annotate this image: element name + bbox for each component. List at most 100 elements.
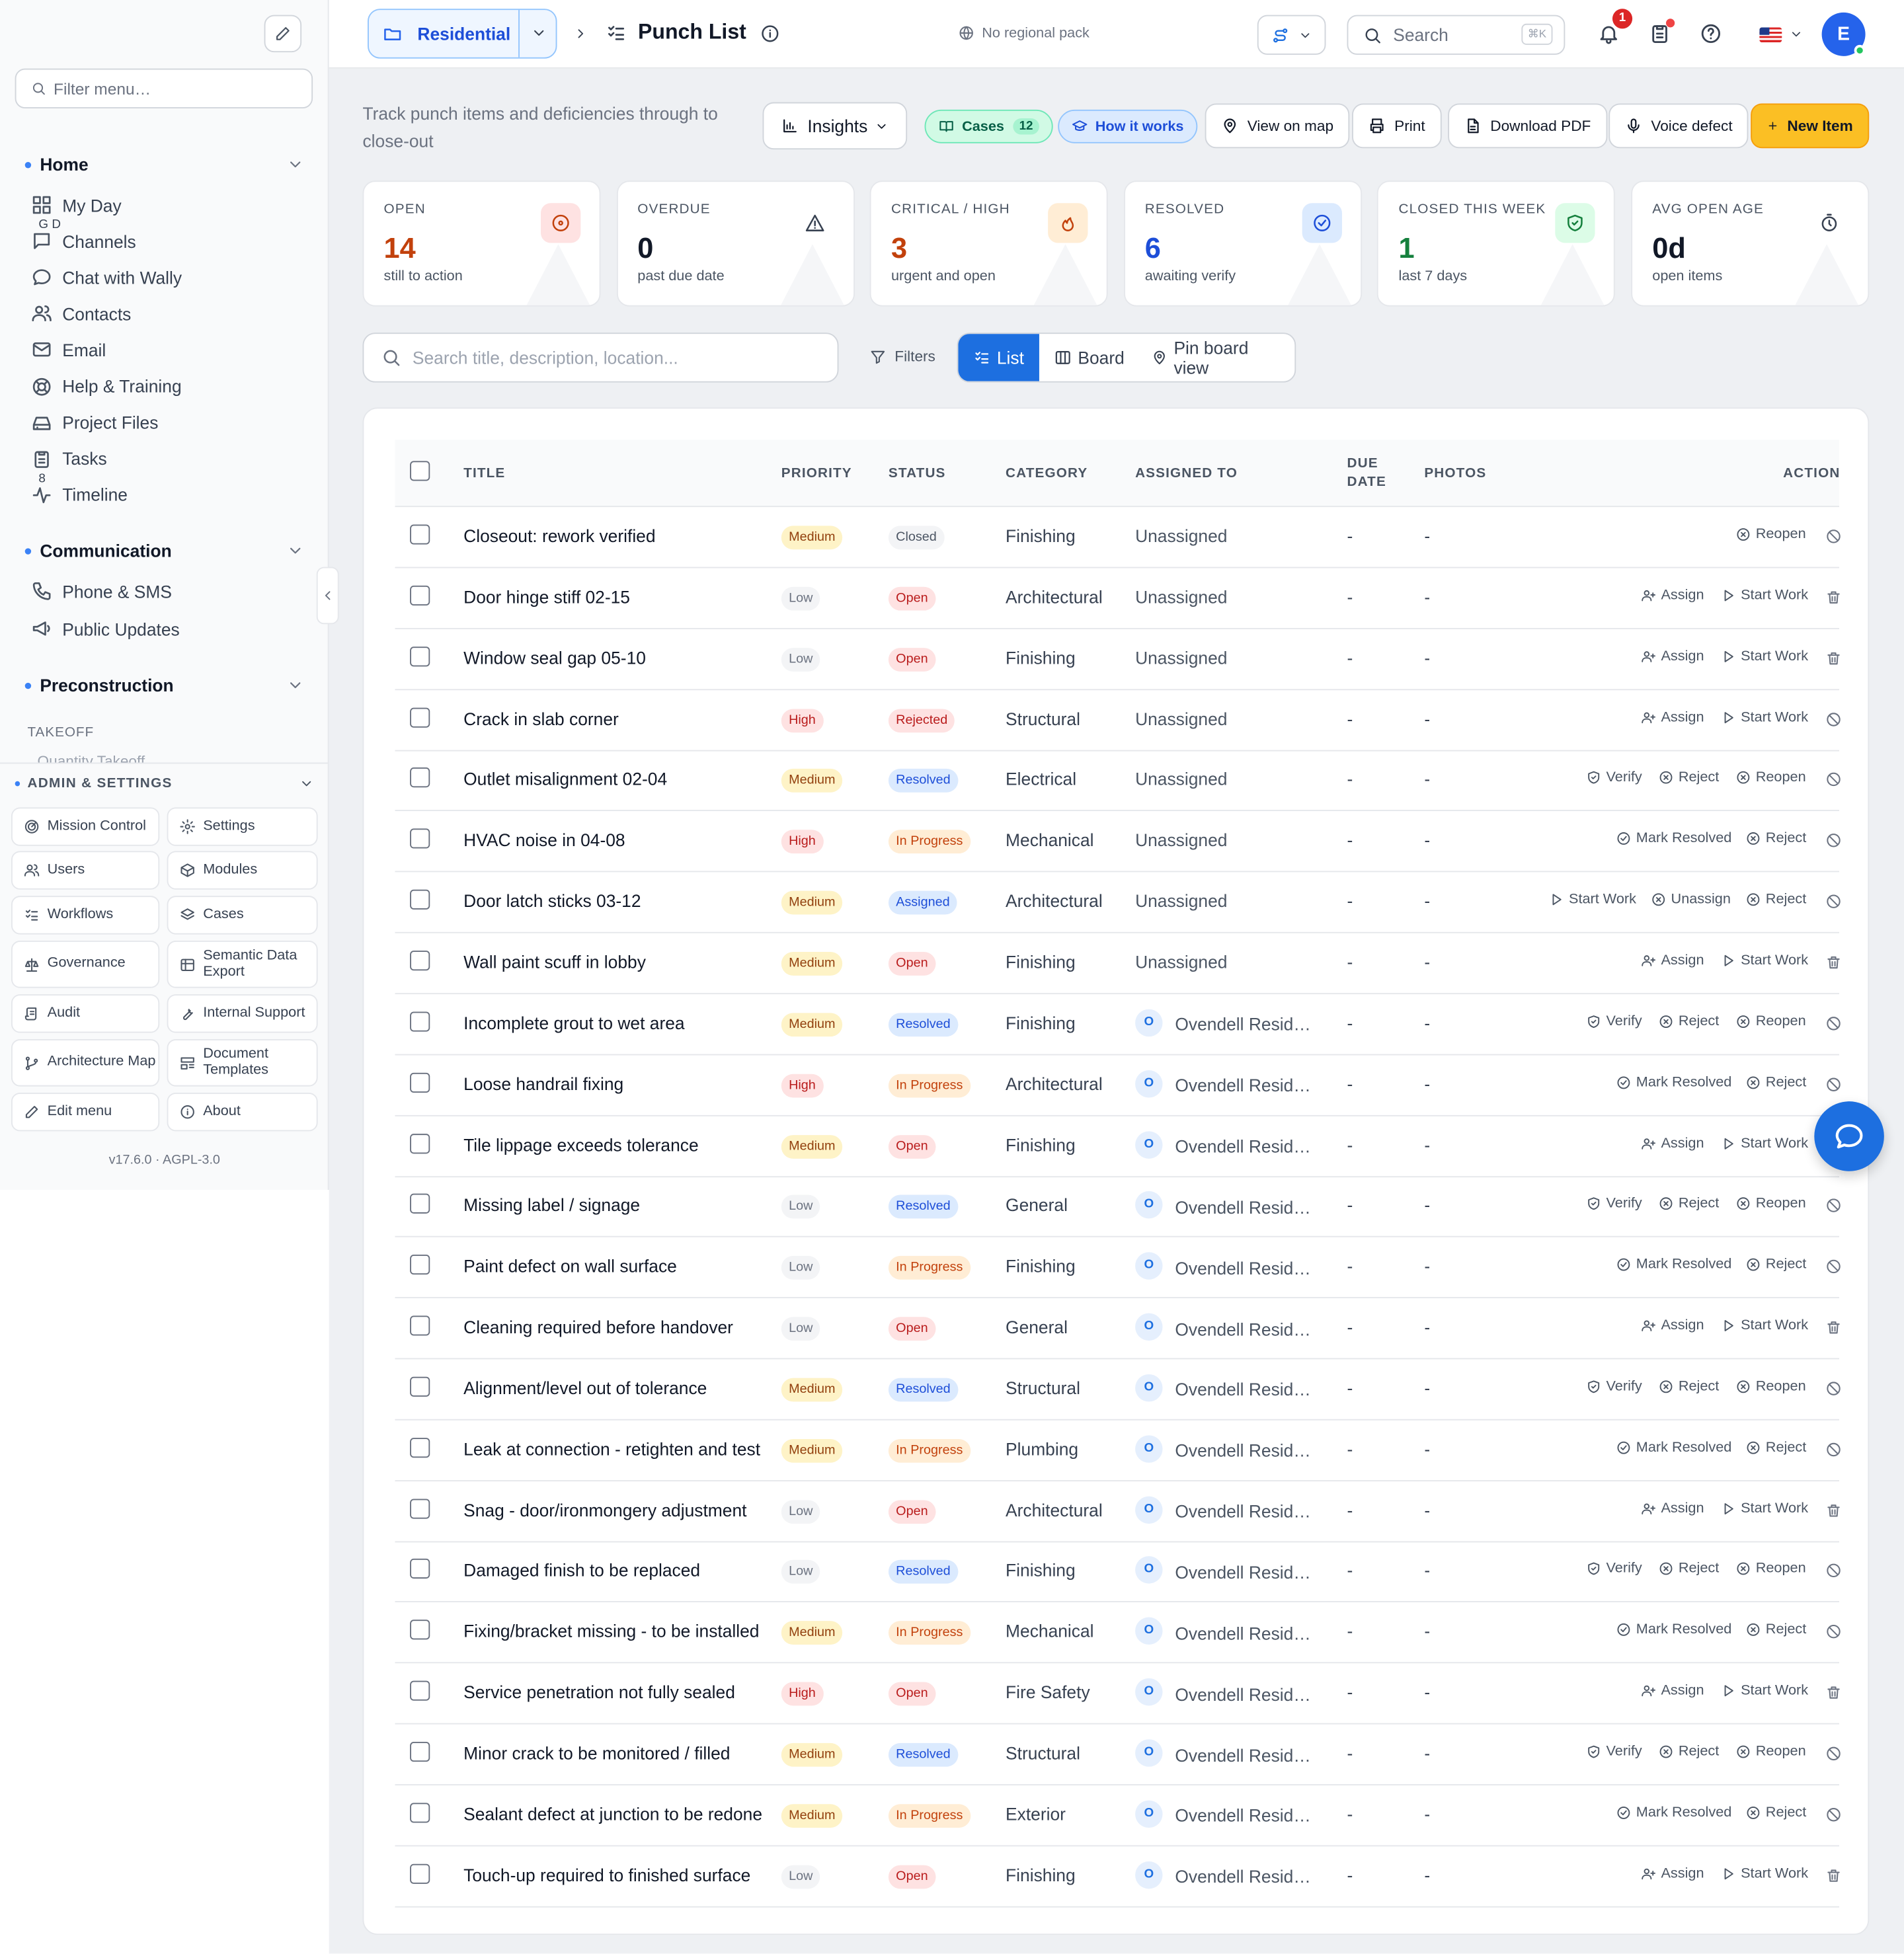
sidebar-item-public-updates[interactable]: Public Updates (31, 618, 268, 639)
global-search-input[interactable]: Search ⌘K (1347, 15, 1566, 55)
ban-icon[interactable] (1825, 1623, 1842, 1640)
row-action-mark-resolved-button[interactable]: Mark Resolved (1616, 1257, 1731, 1272)
row-title[interactable]: Minor crack to be monitored / filled (463, 1743, 730, 1763)
new-item-button[interactable]: New Item (1751, 103, 1870, 149)
row-title[interactable]: Cleaning required before handover (463, 1317, 733, 1337)
table-row[interactable]: Door latch sticks 03-12 Medium Assigned Arc… (395, 873, 1842, 933)
row-action-start-work-button[interactable]: Start Work (1721, 709, 1808, 724)
section-home[interactable]: Home (24, 155, 304, 175)
table-row[interactable]: Touch-up required to finished surface Low… (395, 1846, 1842, 1908)
row-action-reopen-button[interactable]: Reopen (1736, 1562, 1806, 1577)
row-action-reject-button[interactable]: Reject (1746, 1257, 1806, 1272)
table-row[interactable]: Service penetration not fully sealed High… (395, 1663, 1840, 1725)
trash-icon[interactable] (1825, 589, 1842, 606)
project-dropdown-button[interactable] (518, 10, 557, 58)
stat-card-overdue[interactable]: OVERDUE 0 past due date (616, 180, 855, 307)
admin-document-templates-button[interactable]: Document Templates (167, 1038, 318, 1087)
trash-icon[interactable] (1825, 650, 1842, 666)
row-checkbox[interactable] (410, 1680, 430, 1701)
table-row[interactable]: Minor crack to be monitored / filled Medi… (395, 1725, 1841, 1785)
row-checkbox[interactable] (410, 646, 430, 666)
sidebar-item-my-day[interactable]: My Day G D (31, 194, 268, 232)
header-photos[interactable]: PHOTOS (1424, 466, 1486, 481)
ban-icon[interactable] (1825, 711, 1842, 727)
admin-semantic-data-export-button[interactable]: Semantic Data Export (167, 941, 318, 988)
row-checkbox[interactable] (410, 1376, 430, 1397)
sidebar-item-phone-sms[interactable]: Phone & SMS (31, 580, 268, 602)
row-checkbox[interactable] (410, 524, 430, 545)
table-row[interactable]: Cleaning required before handover Low Open… (395, 1298, 1842, 1360)
trash-icon[interactable] (1825, 1319, 1842, 1336)
row-action-reject-button[interactable]: Reject (1659, 1379, 1719, 1394)
trash-icon[interactable] (1825, 1502, 1842, 1518)
table-row[interactable]: Loose handrail fixing High In Progress Arch… (395, 1055, 1841, 1116)
row-action-reject-button[interactable]: Reject (1746, 892, 1806, 907)
header-date[interactable]: DATE (1347, 475, 1386, 490)
header-title[interactable]: TITLE (463, 466, 505, 481)
row-action-start-work-button[interactable]: Start Work (1721, 1684, 1808, 1698)
row-title[interactable]: Touch-up required to finished surface (463, 1865, 750, 1885)
row-action-reopen-button[interactable]: Reopen (1736, 1744, 1806, 1759)
insights-button[interactable]: Insights (762, 102, 908, 150)
row-checkbox[interactable] (410, 707, 430, 727)
row-title[interactable]: Service penetration not fully sealed (463, 1682, 735, 1702)
header-priority[interactable]: PRIORITY (781, 466, 852, 481)
row-action-reject-button[interactable]: Reject (1659, 1744, 1719, 1759)
row-action-start-work-button[interactable]: Start Work (1549, 892, 1636, 907)
cases-button[interactable]: Cases 12 (924, 109, 1053, 143)
header-due[interactable]: DUE (1347, 456, 1378, 471)
admin-audit-button[interactable]: Audit (11, 994, 160, 1033)
download-pdf-button[interactable]: Download PDF (1448, 103, 1607, 149)
row-action-reject-button[interactable]: Reject (1659, 1562, 1719, 1577)
row-checkbox[interactable] (410, 1255, 430, 1275)
row-action-reject-button[interactable]: Reject (1659, 1014, 1719, 1029)
ban-icon[interactable] (1825, 894, 1842, 910)
row-action-unassign-button[interactable]: Unassign (1651, 892, 1731, 907)
ban-icon[interactable] (1825, 1563, 1842, 1579)
us-flag-icon[interactable] (1759, 27, 1782, 43)
view-on-map-button[interactable]: View on map (1205, 103, 1350, 149)
row-action-start-work-button[interactable]: Start Work (1721, 648, 1808, 664)
row-title[interactable]: Door latch sticks 03-12 (463, 891, 641, 911)
row-checkbox[interactable] (410, 767, 430, 788)
row-title[interactable]: Crack in slab corner (463, 709, 619, 728)
header-category[interactable]: CATEGORY (1006, 466, 1088, 481)
table-row[interactable]: Sealant defect at junction to be redone M… (395, 1785, 1842, 1847)
ban-icon[interactable] (1825, 1380, 1842, 1397)
regional-pack-status[interactable]: No regional pack (958, 25, 1090, 42)
ban-icon[interactable] (1825, 771, 1842, 788)
filter-menu-input[interactable]: Filter menu… (15, 68, 313, 108)
ban-icon[interactable] (1825, 1807, 1842, 1823)
sidebar-item-timeline[interactable]: Timeline (31, 485, 268, 506)
ban-icon[interactable] (1825, 1015, 1842, 1032)
info-icon[interactable] (760, 24, 780, 44)
row-title[interactable]: Loose handrail fixing (463, 1074, 623, 1093)
row-action-verify-button[interactable]: Verify (1586, 1196, 1642, 1212)
sidebar-item-project-files[interactable]: Project Files (31, 412, 268, 433)
row-action-reject-button[interactable]: Reject (1746, 1623, 1806, 1637)
row-action-assign-button[interactable]: Assign (1641, 1684, 1704, 1698)
row-checkbox[interactable] (410, 1559, 430, 1579)
stat-card-closed-this-week[interactable]: CLOSED THIS WEEK 1 last 7 days (1377, 180, 1616, 307)
admin-governance-button[interactable]: Governance (11, 941, 160, 988)
table-row[interactable]: Snag - door/ironmongery adjustment Low Ope… (395, 1481, 1842, 1542)
trash-icon[interactable] (1825, 1867, 1842, 1884)
print-button[interactable]: Print (1352, 103, 1442, 149)
admin-workflows-button[interactable]: Workflows (11, 896, 160, 935)
table-row[interactable]: Closeout: rework verified Medium Closed Fin… (395, 507, 1841, 568)
ban-icon[interactable] (1825, 1441, 1842, 1458)
voice-defect-button[interactable]: Voice defect (1608, 103, 1749, 149)
row-action-reject-button[interactable]: Reject (1659, 1196, 1719, 1212)
row-checkbox[interactable] (410, 1498, 430, 1518)
row-action-assign-button[interactable]: Assign (1641, 588, 1704, 603)
view-list-button[interactable]: List (958, 334, 1039, 381)
row-action-assign-button[interactable]: Assign (1641, 1501, 1704, 1516)
collapse-sidebar-button[interactable] (316, 567, 339, 625)
row-action-assign-button[interactable]: Assign (1641, 1866, 1704, 1881)
admin-internal-support-button[interactable]: Internal Support (167, 994, 318, 1033)
row-checkbox[interactable] (410, 1620, 430, 1640)
row-action-mark-resolved-button[interactable]: Mark Resolved (1616, 1440, 1731, 1455)
admin-mission-control-button[interactable]: Mission Control (11, 807, 160, 846)
table-row[interactable]: Paint defect on wall surface Low In Progre… (395, 1237, 1841, 1299)
ban-icon[interactable] (1825, 1198, 1842, 1214)
